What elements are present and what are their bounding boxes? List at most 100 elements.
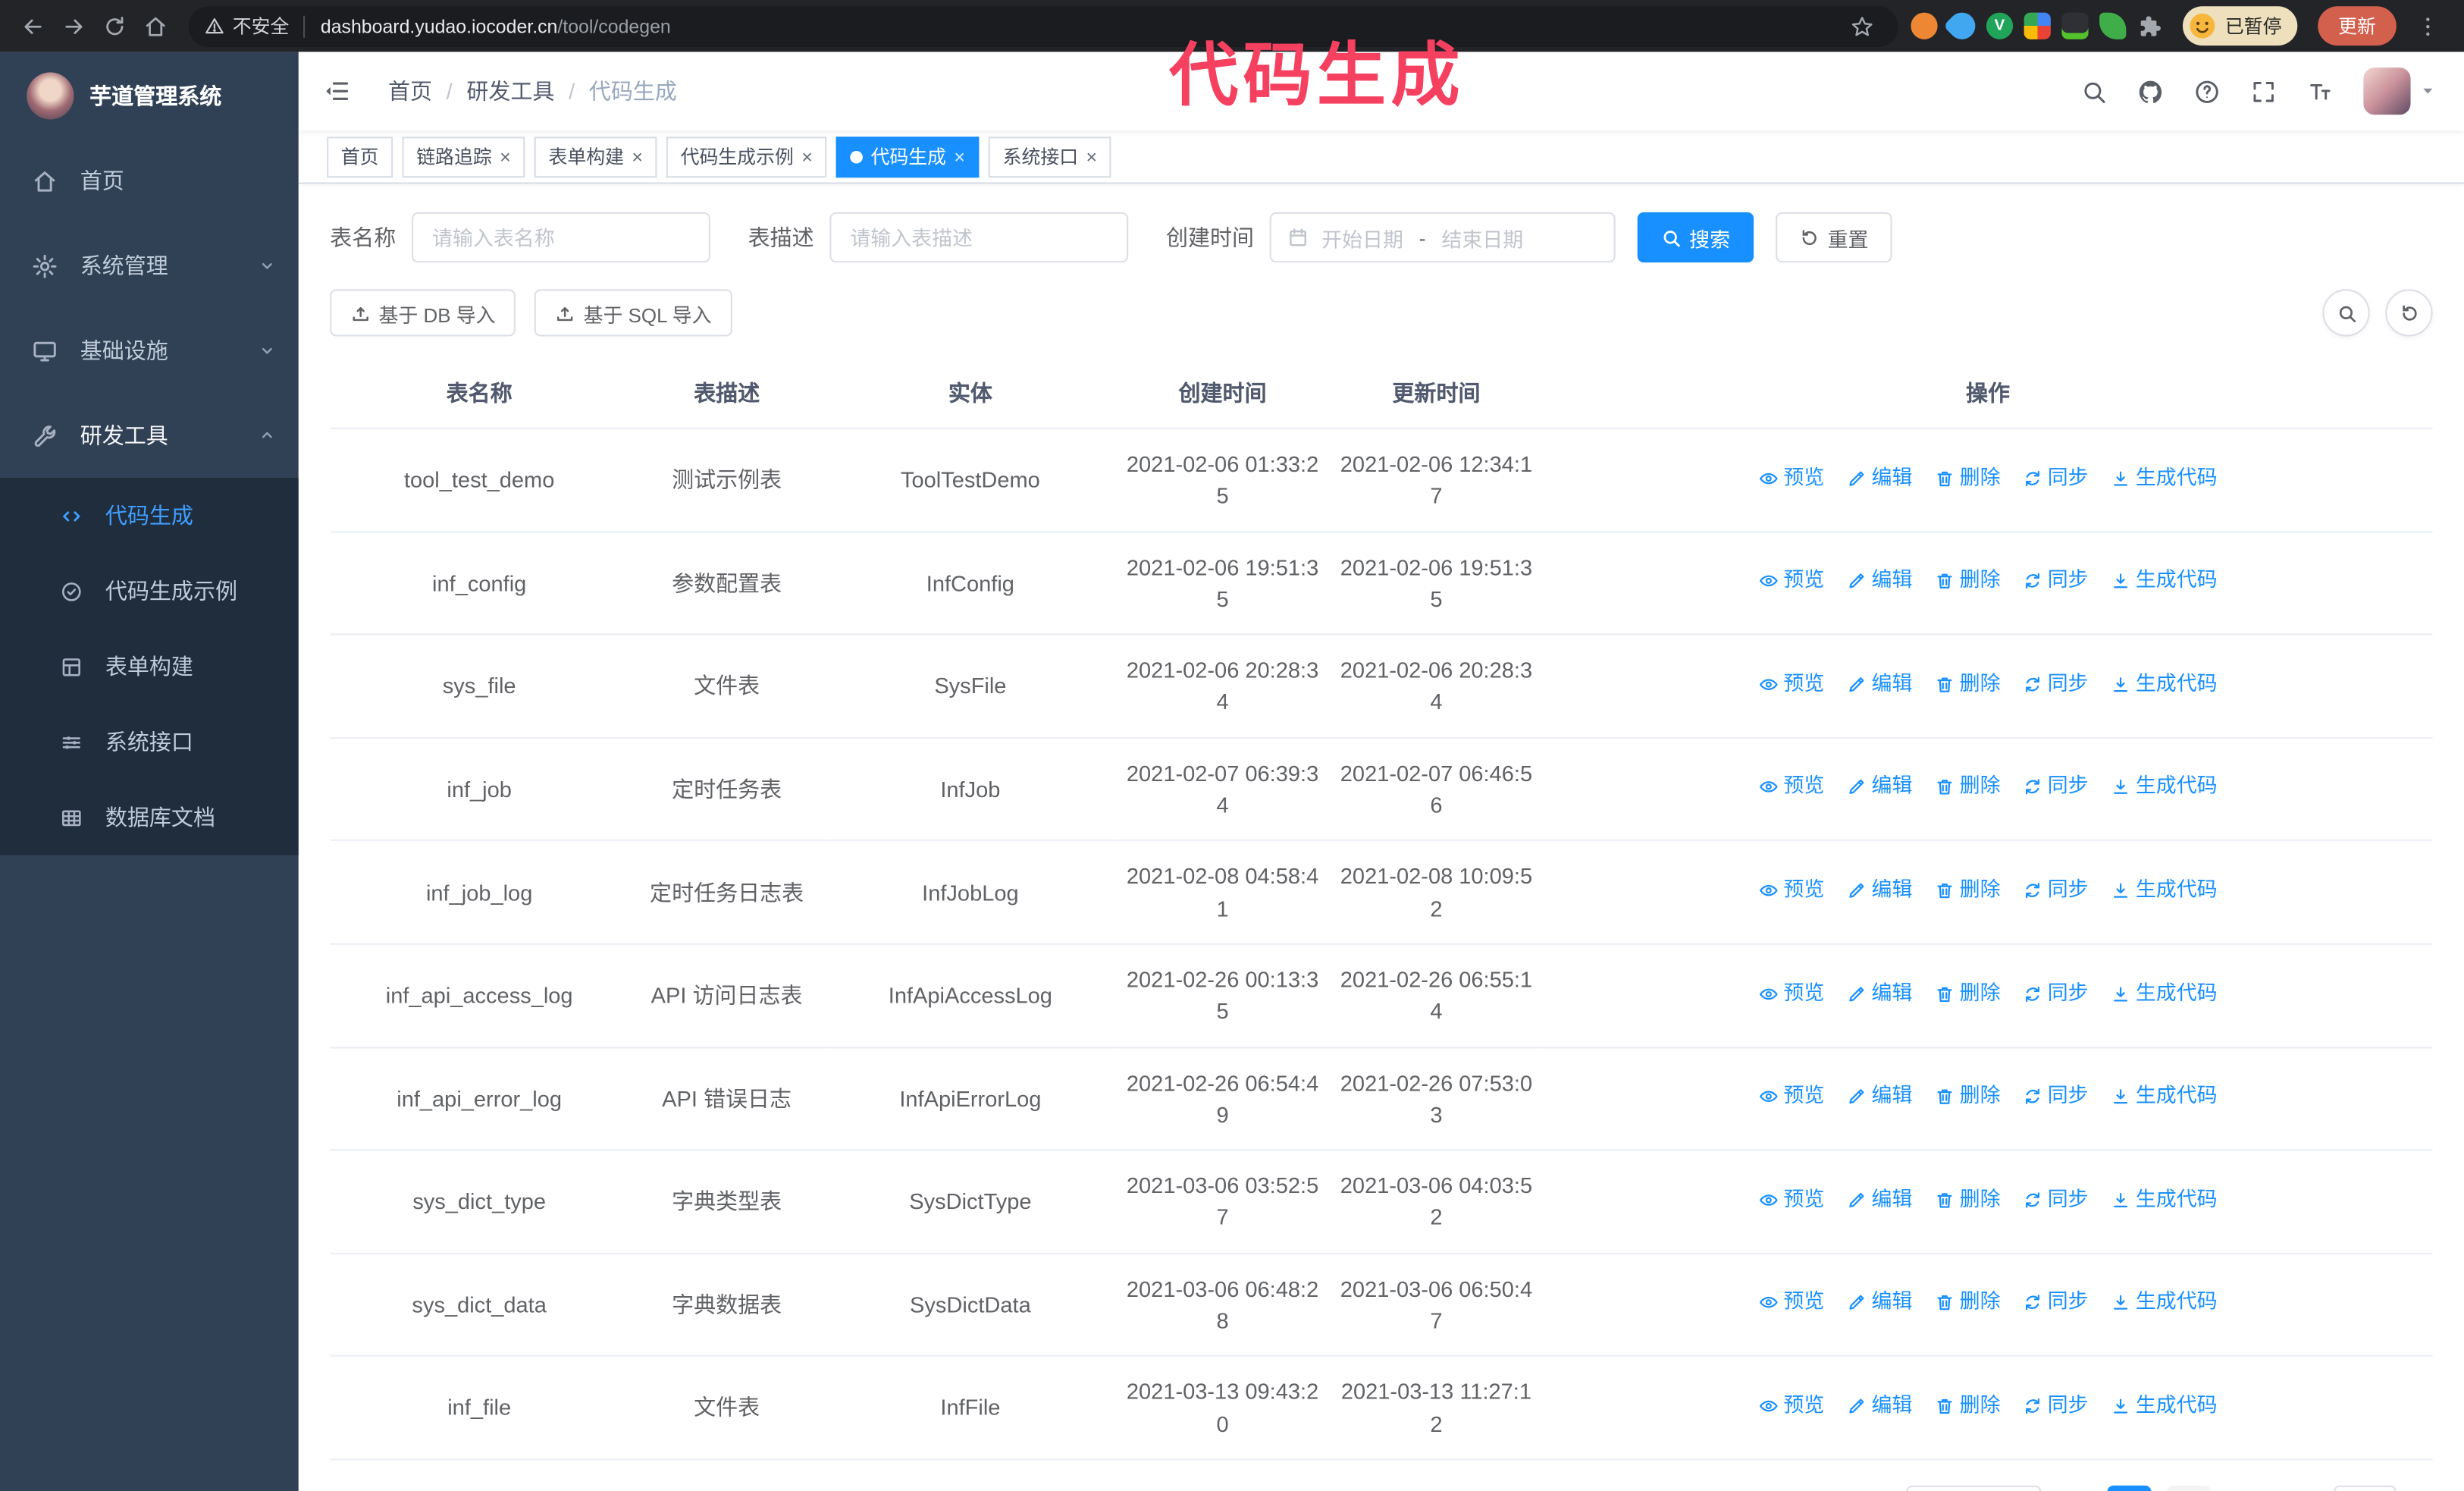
- goto-page-input[interactable]: [2333, 1485, 2397, 1491]
- browser-menu-icon[interactable]: [2407, 5, 2448, 46]
- edit-link[interactable]: 编辑: [1846, 1391, 1912, 1420]
- bookmark-star-icon[interactable]: [1842, 5, 1882, 46]
- forward-button[interactable]: [53, 5, 94, 46]
- sidebar-item-home[interactable]: 首页: [0, 138, 299, 223]
- delete-link[interactable]: 删除: [1934, 876, 2001, 906]
- sync-link[interactable]: 同步: [2023, 876, 2089, 906]
- page-size-select[interactable]: 10条/页: [1905, 1485, 2042, 1491]
- generate-code-link[interactable]: 生成代码: [2111, 1185, 2218, 1214]
- generate-code-link[interactable]: 生成代码: [2111, 567, 2218, 596]
- sync-link[interactable]: 同步: [2023, 773, 2089, 802]
- tab-close-icon[interactable]: ×: [632, 147, 643, 166]
- generate-code-link[interactable]: 生成代码: [2111, 1288, 2218, 1317]
- generate-code-link[interactable]: 生成代码: [2111, 463, 2218, 493]
- edit-link[interactable]: 编辑: [1846, 1082, 1912, 1112]
- page-button[interactable]: 2: [2167, 1485, 2212, 1491]
- refresh-table-button[interactable]: [2385, 289, 2433, 337]
- delete-link[interactable]: 删除: [1934, 979, 2001, 1009]
- tab-item[interactable]: 代码生成示例 ×: [666, 136, 827, 177]
- tab-item[interactable]: 首页: [327, 136, 393, 177]
- extension-icon[interactable]: [2099, 12, 2127, 39]
- generate-code-link[interactable]: 生成代码: [2111, 876, 2218, 906]
- tab-close-icon[interactable]: ×: [801, 147, 813, 166]
- preview-link[interactable]: 预览: [1758, 773, 1824, 802]
- preview-link[interactable]: 预览: [1758, 1391, 1824, 1420]
- user-menu[interactable]: [2363, 67, 2435, 115]
- delete-link[interactable]: 删除: [1934, 1082, 2001, 1112]
- back-button[interactable]: [13, 5, 54, 46]
- preview-link[interactable]: 预览: [1758, 463, 1824, 493]
- generate-code-link[interactable]: 生成代码: [2111, 979, 2218, 1009]
- delete-link[interactable]: 删除: [1934, 1288, 2001, 1317]
- sidebar-item-infrastructure[interactable]: 基础设施: [0, 308, 299, 393]
- generate-code-link[interactable]: 生成代码: [2111, 1082, 2218, 1112]
- preview-link[interactable]: 预览: [1758, 1288, 1824, 1317]
- extensions-puzzle-icon[interactable]: [2137, 13, 2164, 39]
- sync-link[interactable]: 同步: [2023, 1082, 2089, 1112]
- table-name-input[interactable]: [412, 212, 710, 263]
- edit-link[interactable]: 编辑: [1846, 773, 1912, 802]
- preview-link[interactable]: 预览: [1758, 670, 1824, 699]
- reload-button[interactable]: [94, 5, 135, 46]
- preview-link[interactable]: 预览: [1758, 1185, 1824, 1214]
- next-page-button[interactable]: [2227, 1486, 2262, 1491]
- breadcrumb-item[interactable]: 首页: [388, 79, 432, 104]
- tab-item[interactable]: 表单构建 ×: [534, 136, 657, 177]
- preview-link[interactable]: 预览: [1758, 979, 1824, 1009]
- tab-close-icon[interactable]: ×: [954, 147, 965, 166]
- create-time-range-picker[interactable]: 开始日期 - 结束日期: [1269, 212, 1616, 263]
- reset-button[interactable]: 重置: [1776, 212, 1892, 263]
- tab-item[interactable]: 代码生成 ×: [835, 136, 980, 177]
- extension-icon[interactable]: [2024, 12, 2051, 39]
- sidebar-item-codegen-example[interactable]: 代码生成示例: [0, 554, 299, 629]
- preview-link[interactable]: 预览: [1758, 567, 1824, 596]
- extension-icon[interactable]: [2061, 12, 2089, 39]
- tab-close-icon[interactable]: ×: [500, 147, 511, 166]
- address-bar[interactable]: 不安全 dashboard.yudao.iocoder.cn/tool/code…: [188, 5, 1898, 47]
- search-button[interactable]: 搜索: [1637, 212, 1754, 263]
- edit-link[interactable]: 编辑: [1846, 1185, 1912, 1214]
- edit-link[interactable]: 编辑: [1846, 670, 1912, 699]
- tab-item[interactable]: 链路追踪 ×: [402, 136, 525, 177]
- toggle-search-button[interactable]: [2322, 289, 2370, 337]
- sync-link[interactable]: 同步: [2023, 670, 2089, 699]
- edit-link[interactable]: 编辑: [1846, 463, 1912, 493]
- import-db-button[interactable]: 基于 DB 导入: [330, 289, 516, 337]
- tab-item[interactable]: 系统接口 ×: [989, 136, 1111, 177]
- generate-code-link[interactable]: 生成代码: [2111, 773, 2218, 802]
- breadcrumb-item[interactable]: 研发工具: [466, 79, 554, 104]
- sidebar-item-codegen[interactable]: 代码生成: [0, 478, 299, 553]
- extension-icon[interactable]: [1942, 7, 1981, 46]
- generate-code-link[interactable]: 生成代码: [2111, 670, 2218, 699]
- browser-update-button[interactable]: 更新: [2318, 6, 2397, 46]
- fullscreen-icon[interactable]: [2250, 78, 2277, 105]
- delete-link[interactable]: 删除: [1934, 1391, 2001, 1420]
- font-size-icon[interactable]: [2307, 78, 2334, 105]
- sync-link[interactable]: 同步: [2023, 1391, 2089, 1420]
- delete-link[interactable]: 删除: [1934, 567, 2001, 596]
- sidebar-item-form-builder[interactable]: 表单构建: [0, 629, 299, 704]
- prev-page-button[interactable]: [2057, 1486, 2092, 1491]
- help-icon[interactable]: [2193, 78, 2220, 105]
- edit-link[interactable]: 编辑: [1846, 567, 1912, 596]
- preview-link[interactable]: 预览: [1758, 876, 1824, 906]
- preview-link[interactable]: 预览: [1758, 1082, 1824, 1112]
- page-button[interactable]: 1: [2107, 1485, 2152, 1491]
- github-icon[interactable]: [2137, 78, 2164, 105]
- generate-code-link[interactable]: 生成代码: [2111, 1391, 2218, 1420]
- delete-link[interactable]: 删除: [1934, 670, 2001, 699]
- sidebar-item-dev-tools[interactable]: 研发工具: [0, 393, 299, 478]
- search-icon[interactable]: [2080, 78, 2107, 105]
- delete-link[interactable]: 删除: [1934, 773, 2001, 802]
- sync-link[interactable]: 同步: [2023, 1288, 2089, 1317]
- edit-link[interactable]: 编辑: [1846, 979, 1912, 1009]
- home-button[interactable]: [135, 5, 176, 46]
- delete-link[interactable]: 删除: [1934, 1185, 2001, 1214]
- sync-link[interactable]: 同步: [2023, 463, 2089, 493]
- edit-link[interactable]: 编辑: [1846, 876, 1912, 906]
- sidebar-item-system-api[interactable]: 系统接口: [0, 705, 299, 780]
- tab-close-icon[interactable]: ×: [1086, 147, 1098, 166]
- sidebar-fold-icon[interactable]: [322, 77, 350, 105]
- profile-chip[interactable]: 已暂停: [2182, 6, 2298, 46]
- delete-link[interactable]: 删除: [1934, 463, 2001, 493]
